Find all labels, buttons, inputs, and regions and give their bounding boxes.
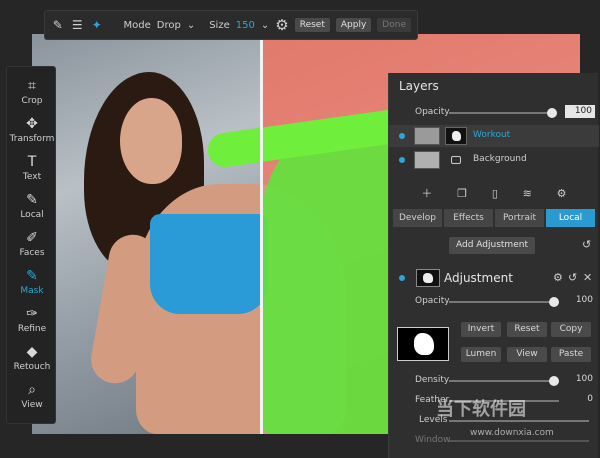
close-icon[interactable]: ✕ [583,271,592,284]
tool-view[interactable]: ⌕ View [7,377,57,415]
invert-button[interactable]: Invert [461,322,501,337]
tool-label: View [21,400,43,410]
window-label: Window [415,435,451,445]
tools-sidebar: ⌗ Crop ✥ Transform T Text ✎ Local ✐ Face… [6,66,56,424]
tab-effects[interactable]: Effects [444,209,493,227]
tool-faces[interactable]: ✐ Faces [7,225,57,263]
add-layer-icon[interactable]: ＋ [421,185,432,201]
tool-mask[interactable]: ✎ Mask [7,263,57,301]
density-slider[interactable] [449,380,559,382]
adjustment-mask-thumbnail[interactable] [416,269,440,287]
magic-brush-icon[interactable]: ✦ [90,15,104,35]
tool-label: Refine [17,324,47,334]
opacity-slider[interactable] [449,112,553,114]
density-knob[interactable] [549,376,559,386]
mode-select[interactable]: Drop [157,20,181,31]
tool-transform[interactable]: ✥ Transform [7,111,57,149]
opacity-label: Opacity [415,296,450,306]
tab-portrait[interactable]: Portrait [495,209,544,227]
file-icon[interactable]: ▯ [492,187,498,200]
move-icon: ✥ [26,116,38,132]
layer-actions: ＋ ❐ ▯ ≋ ⚙ [389,183,599,203]
tool-label: Crop [21,96,43,106]
stack-icon[interactable]: ≋ [523,187,532,200]
duplicate-icon[interactable]: ❐ [457,187,467,200]
layer-thumbnail [414,151,440,169]
adjustment-title: Adjustment [444,271,513,285]
subject-face [120,98,182,184]
chevron-down-icon[interactable]: ⌄ [261,20,269,31]
watermark-text: 当下软件园 [436,399,526,420]
view-button[interactable]: View [507,347,547,362]
size-label: Size [209,19,230,31]
opacity-input[interactable]: 100 [565,105,595,118]
tool-retouch[interactable]: ◆ Retouch [7,339,57,377]
gear-icon[interactable]: ⚙ [557,187,567,200]
undo-icon[interactable]: ↺ [568,271,577,284]
adjustment-opacity-knob[interactable] [549,297,559,307]
camera-icon [451,156,461,164]
panel-title: Layers [399,79,439,93]
split-view-divider[interactable] [260,34,263,434]
done-button[interactable]: Done [377,18,411,32]
refine-icon: ✑ [26,306,38,322]
eraser-icon: ◆ [26,344,38,360]
mode-label: Mode [123,19,151,31]
tool-local[interactable]: ✎ Local [7,187,57,225]
visibility-dot-icon[interactable] [399,157,405,163]
tool-label: Faces [19,248,45,258]
text-icon: T [27,154,37,170]
paste-button[interactable]: Paste [551,347,591,362]
tool-refine[interactable]: ✑ Refine [7,301,57,339]
layer-mask-thumbnail[interactable] [445,127,467,145]
tool-label: Text [22,172,42,182]
crop-icon: ⌗ [28,78,36,94]
zoom-icon: ⌕ [28,382,36,398]
lumen-button[interactable]: Lumen [461,347,501,362]
subject-top [150,214,268,314]
tab-local[interactable]: Local [546,209,595,227]
density-label: Density [415,375,450,385]
gear-icon[interactable]: ⚙ [275,15,289,35]
layer-name: Workout [473,130,511,140]
mask-icon: ✎ [26,268,38,284]
window-slider[interactable] [449,440,589,442]
adjustment-opacity-value[interactable]: 100 [565,295,593,305]
feather-value[interactable]: 0 [565,394,593,404]
layer-thumbnail [414,127,440,145]
layer-row[interactable]: Background [389,149,599,171]
tool-text[interactable]: T Text [7,149,57,187]
tool-label: Transform [9,134,55,144]
adjustment-opacity-slider[interactable] [449,301,559,303]
watermark-url: www.downxia.com [470,428,554,438]
undo-icon[interactable]: ↺ [582,238,591,251]
tool-crop[interactable]: ⌗ Crop [7,73,57,111]
gear-icon[interactable]: ⚙ [553,271,563,284]
reset-button[interactable]: Reset [507,322,547,337]
tab-develop[interactable]: Develop [393,209,442,227]
tool-label: Local [20,210,44,220]
panel-tabs: Develop Effects Portrait Local [393,209,595,227]
layer-row[interactable]: Workout [389,125,599,147]
mask-preview[interactable] [397,327,449,361]
visibility-dot-icon[interactable] [399,275,405,281]
chevron-down-icon[interactable]: ⌄ [187,20,195,31]
face-icon: ✐ [26,230,38,246]
mask-toolbar: ✎ ☰ ✦ Mode Drop ⌄ Size 150 ⌄ ⚙ Reset App… [44,10,418,40]
apply-button[interactable]: Apply [335,18,372,32]
brush-add-icon[interactable]: ✎ [51,15,65,35]
density-value[interactable]: 100 [565,374,593,384]
opacity-label: Opacity [415,107,450,117]
size-value[interactable]: 150 [236,20,255,31]
tool-label: Retouch [13,362,51,372]
layer-name: Background [473,154,527,164]
add-adjustment-button[interactable]: Add Adjustment [449,237,535,254]
visibility-dot-icon[interactable] [399,133,405,139]
brush-icon: ✎ [26,192,38,208]
copy-button[interactable]: Copy [551,322,591,337]
tool-label: Mask [20,286,44,296]
opacity-slider-knob[interactable] [547,108,557,118]
brush-settings-icon[interactable]: ☰ [71,15,85,35]
reset-button[interactable]: Reset [294,18,330,32]
